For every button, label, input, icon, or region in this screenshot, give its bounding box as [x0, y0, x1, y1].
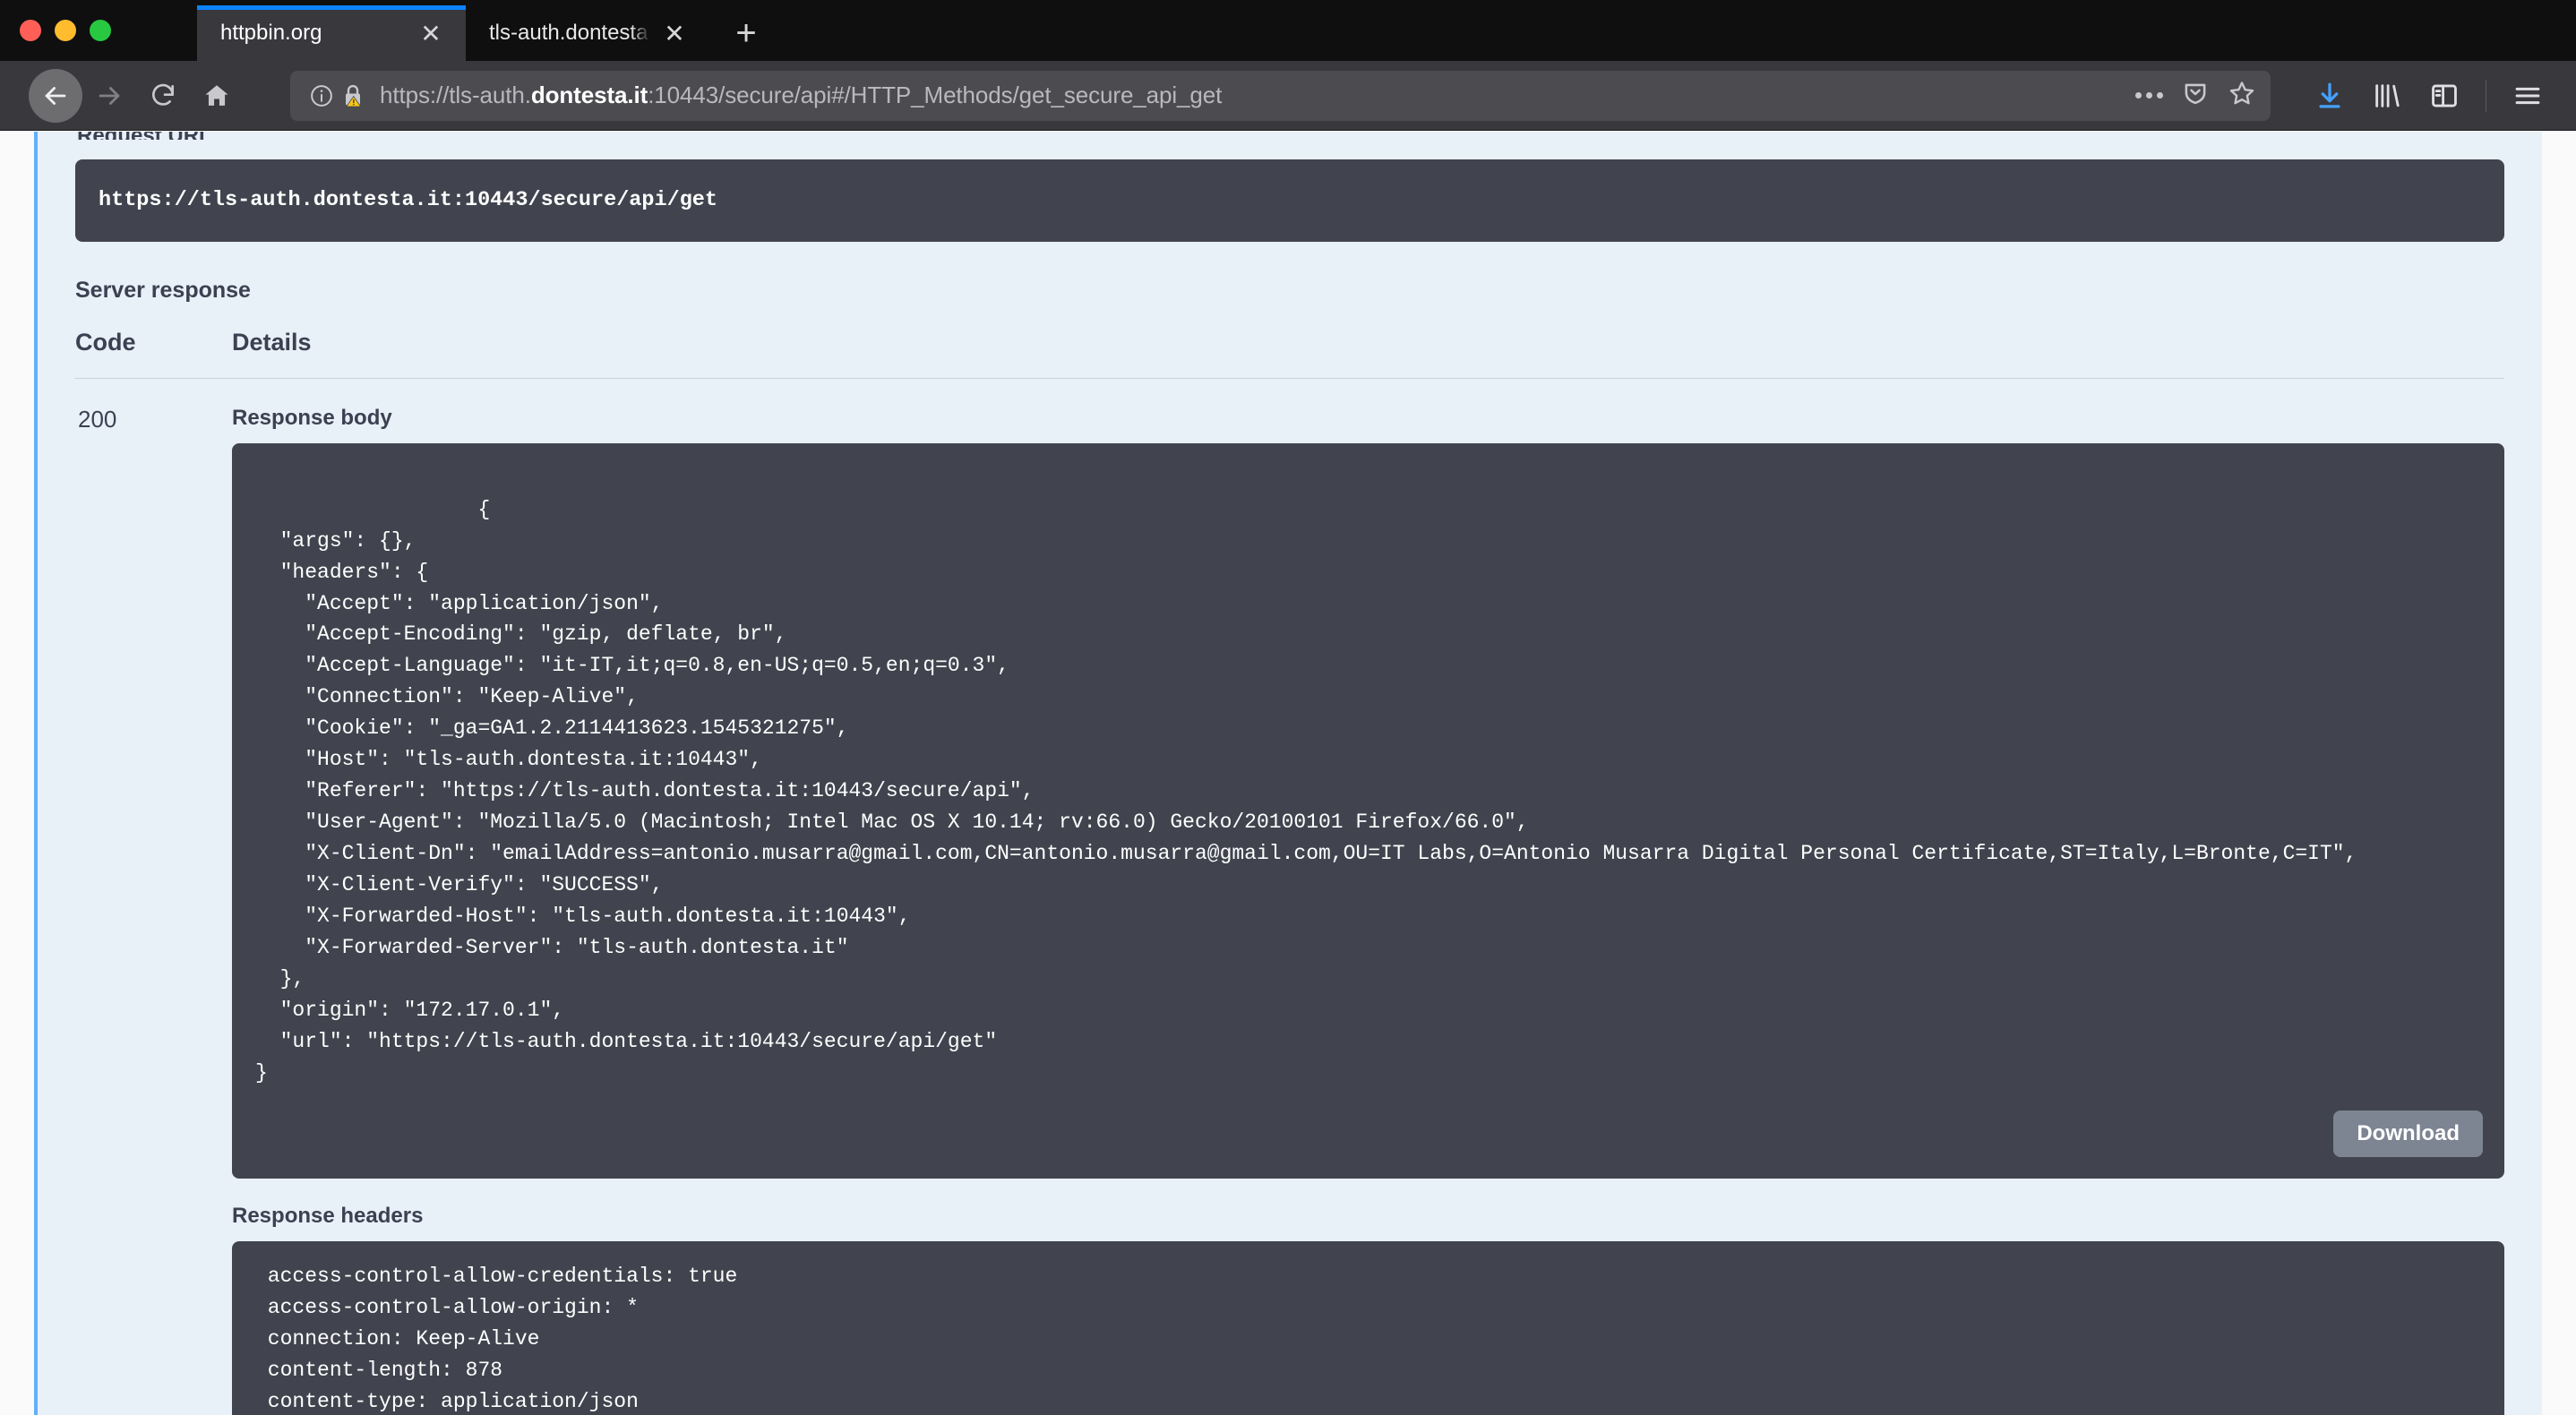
response-headers-box: access-control-allow-credentials: true a…: [232, 1240, 2504, 1415]
column-header-code: Code: [75, 328, 232, 379]
window-traffic-lights: [0, 0, 197, 61]
sidebar-icon[interactable]: [2416, 69, 2473, 123]
page-viewport: Request URL https://tls-auth.dontesta.it…: [0, 132, 2576, 1415]
close-icon[interactable]: ✕: [659, 18, 690, 48]
home-icon[interactable]: [190, 69, 244, 123]
table-row: 200 Response body { "args": {}, "headers…: [75, 378, 2504, 1415]
tab-title: tls-auth.dontesta.it:10443/secure/a: [489, 21, 650, 45]
request-url-label: Request URL: [75, 132, 2504, 140]
star-icon[interactable]: [2228, 79, 2256, 112]
back-arrow-icon[interactable]: [29, 68, 82, 123]
reload-icon[interactable]: [136, 69, 190, 123]
server-response-table: Code Details 200 Response body { "args":…: [75, 328, 2504, 1415]
tab-tls-auth[interactable]: tls-auth.dontesta.it:10443/secure/a ✕: [466, 5, 709, 61]
tab-httpbin[interactable]: httpbin.org ✕: [197, 5, 466, 61]
forward-arrow-icon[interactable]: [82, 69, 136, 123]
server-response-heading: Server response: [75, 277, 251, 303]
request-url-box: https://tls-auth.dontesta.it:10443/secur…: [75, 159, 2504, 242]
tab-title: httpbin.org: [220, 21, 322, 45]
browser-toolbar-actions: [2301, 69, 2556, 123]
response-body-json: { "args": {}, "headers": { "Accept": "ap…: [255, 497, 2357, 1085]
response-body-box: { "args": {}, "headers": { "Accept": "ap…: [232, 442, 2504, 1179]
minimize-window-button[interactable]: [55, 20, 76, 41]
tab-bar: httpbin.org ✕ tls-auth.dontesta.it:10443…: [0, 0, 2576, 61]
response-headers-label: Response headers: [232, 1203, 424, 1228]
table-header-row: Code Details: [75, 328, 2504, 379]
response-details-cell: Response body { "args": {}, "headers": {…: [232, 378, 2504, 1415]
column-header-details: Details: [232, 328, 2504, 379]
url-bar[interactable]: https://tls-auth.dontesta.it:10443/secur…: [290, 70, 2271, 121]
maximize-window-button[interactable]: [90, 20, 111, 41]
response-body-label: Response body: [232, 405, 392, 430]
download-button[interactable]: Download: [2333, 1110, 2483, 1157]
close-window-button[interactable]: [20, 20, 41, 41]
hamburger-menu-icon[interactable]: [2499, 69, 2556, 123]
new-tab-button[interactable]: +: [718, 5, 774, 61]
firefox-browser-window: httpbin.org ✕ tls-auth.dontesta.it:10443…: [0, 0, 2576, 1415]
operation-block: Request URL https://tls-auth.dontesta.it…: [34, 132, 2542, 1415]
response-status-code: 200: [78, 405, 117, 433]
navigation-toolbar: https://tls-auth.dontesta.it:10443/secur…: [0, 61, 2576, 131]
url-text: https://tls-auth.dontesta.it:10443/secur…: [380, 81, 1223, 108]
ellipsis-icon[interactable]: [2135, 92, 2163, 99]
download-arrow-icon[interactable]: [2301, 69, 2358, 123]
pocket-shield-icon[interactable]: [2181, 79, 2210, 112]
library-icon[interactable]: [2358, 69, 2416, 123]
info-circle-icon[interactable]: [306, 81, 337, 111]
lock-warning-icon[interactable]: [337, 81, 369, 111]
close-icon[interactable]: ✕: [416, 18, 446, 48]
